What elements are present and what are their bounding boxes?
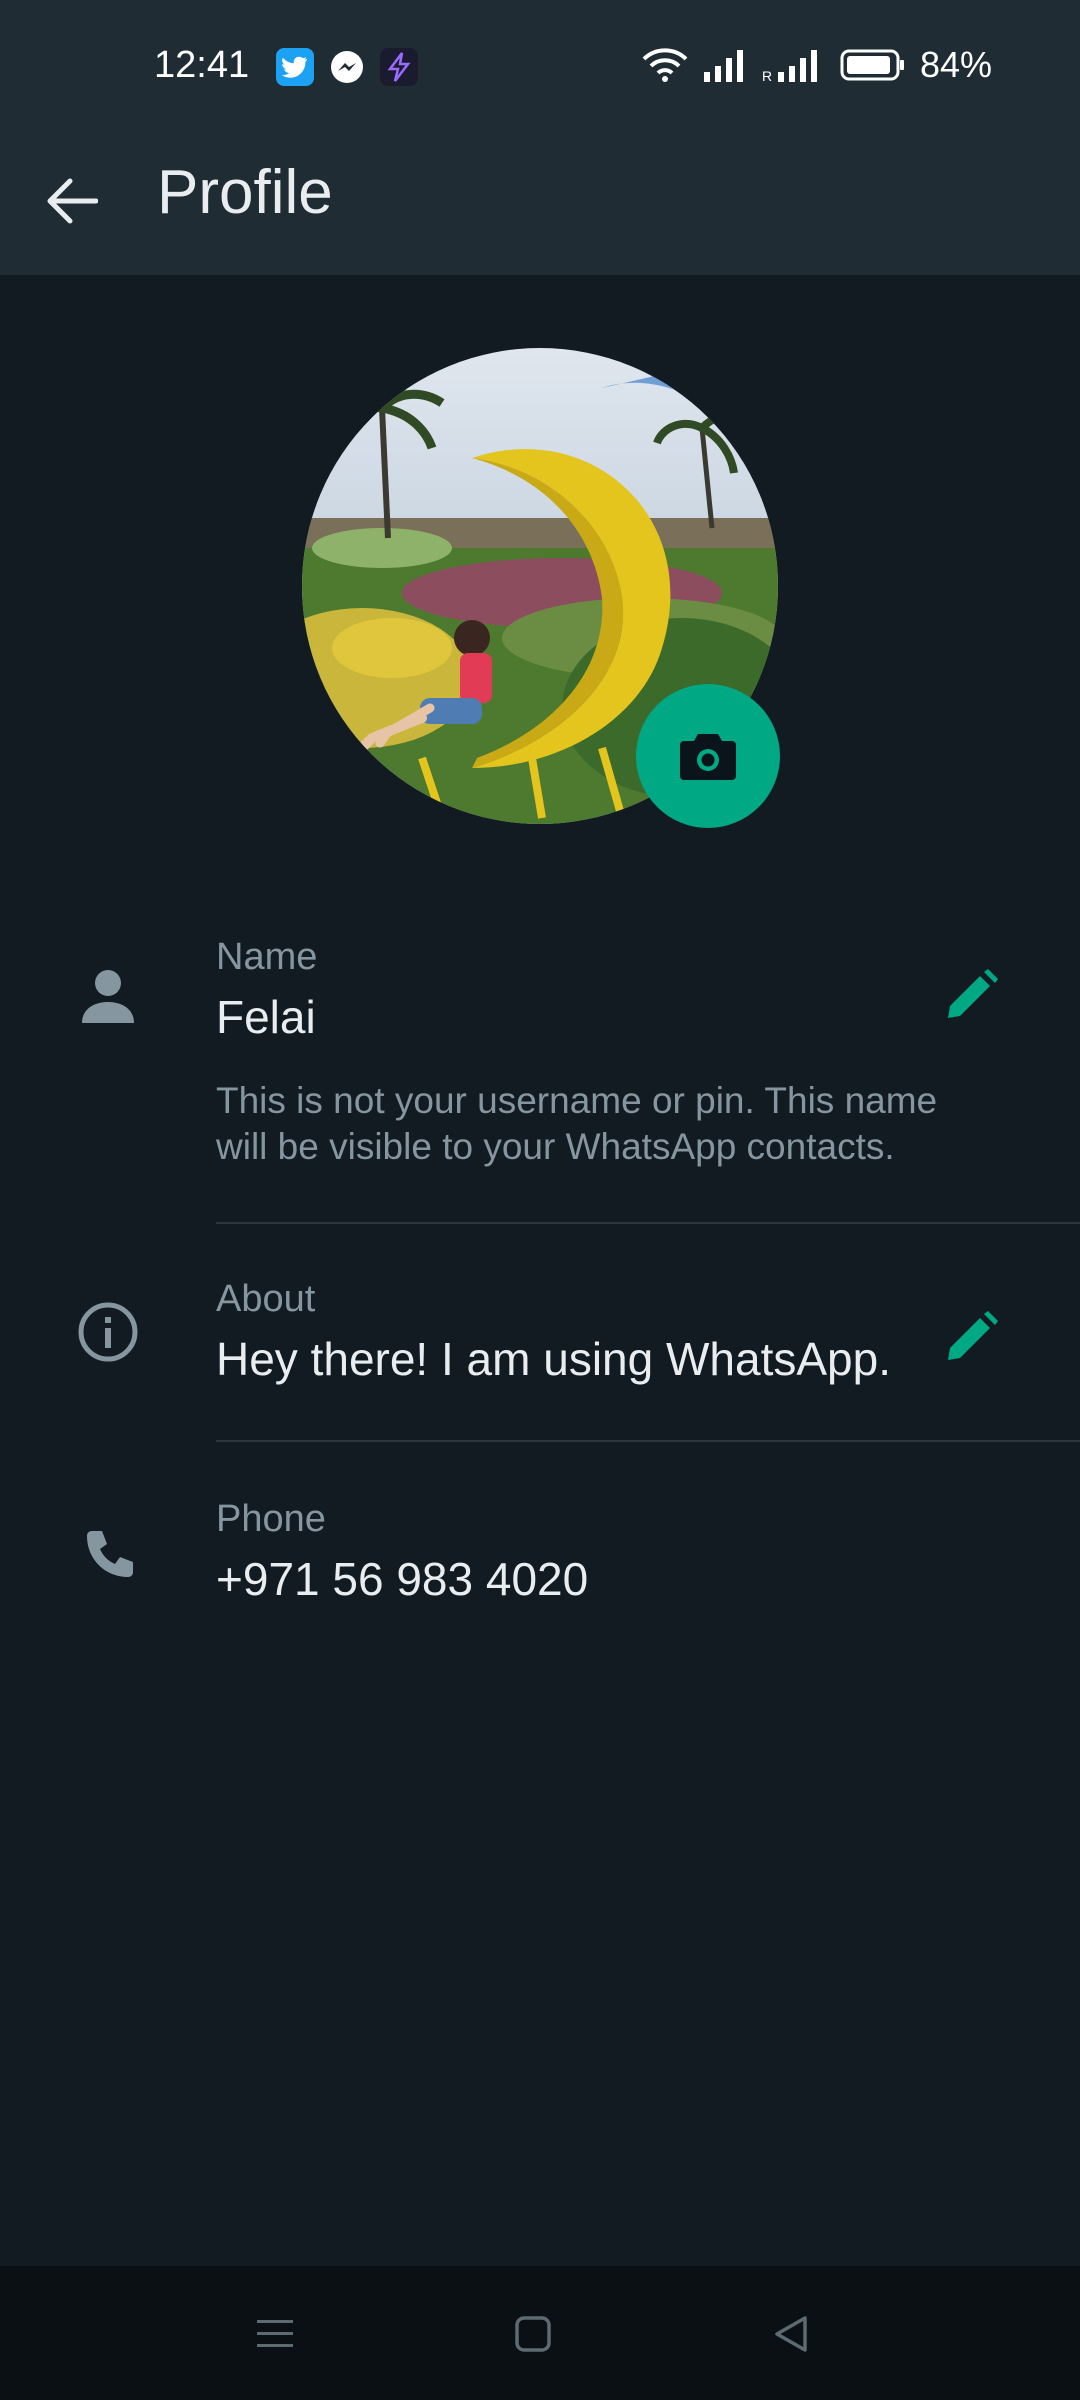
name-hint: This is not your username or pin. This n…	[216, 1080, 938, 1167]
about-label: About	[216, 1278, 316, 1320]
menu-icon	[257, 2320, 293, 2347]
status-bar: 12:41 R 84%	[0, 0, 1080, 135]
signal-icon	[703, 50, 743, 82]
phone-icon	[72, 1520, 144, 1592]
pencil-icon	[948, 1311, 998, 1360]
change-photo-button[interactable]	[636, 684, 780, 828]
name-label: Name	[216, 936, 318, 978]
system-nav-bar	[0, 2266, 1080, 2400]
camera-icon	[680, 734, 736, 780]
svg-text:R: R	[762, 68, 772, 82]
person-icon	[72, 960, 144, 1032]
messenger-icon	[328, 48, 366, 86]
battery-percent: 84%	[919, 44, 992, 85]
back-nav-button[interactable]	[761, 2304, 821, 2364]
home-button[interactable]	[503, 2304, 563, 2364]
battery-icon	[840, 49, 904, 81]
wifi-icon	[642, 48, 688, 82]
profile-photo-area	[302, 348, 780, 828]
phone-row: Phone +971 56 983 4020	[0, 1484, 1080, 1634]
info-icon	[72, 1296, 144, 1368]
back-triangle-icon	[775, 2316, 807, 2352]
divider	[216, 1440, 1080, 1442]
arrow-back-icon	[47, 178, 98, 224]
edit-about-button[interactable]	[936, 1302, 1006, 1372]
app-bar: Profile	[0, 135, 1080, 275]
menu-button[interactable]	[245, 2304, 305, 2364]
about-row[interactable]: About Hey there! I am using WhatsApp.	[0, 1264, 1080, 1424]
page-title: Profile	[157, 158, 333, 227]
phone-label: Phone	[216, 1498, 326, 1540]
edit-name-button[interactable]	[936, 960, 1006, 1030]
status-right: R 84%	[642, 44, 992, 86]
divider	[216, 1222, 1080, 1224]
name-value: Felai	[216, 991, 316, 1043]
name-row[interactable]: Name Felai This is not your username or …	[0, 920, 1080, 1220]
bolt-app-icon	[380, 48, 418, 86]
back-button[interactable]	[36, 165, 108, 237]
pencil-icon	[948, 969, 998, 1018]
status-time: 12:41	[154, 44, 250, 86]
about-value: Hey there! I am using WhatsApp.	[216, 1333, 891, 1385]
twitter-icon	[276, 48, 314, 86]
phone-value: +971 56 983 4020	[216, 1553, 589, 1605]
signal-roaming-icon: R	[762, 50, 817, 82]
home-icon	[515, 2316, 551, 2352]
